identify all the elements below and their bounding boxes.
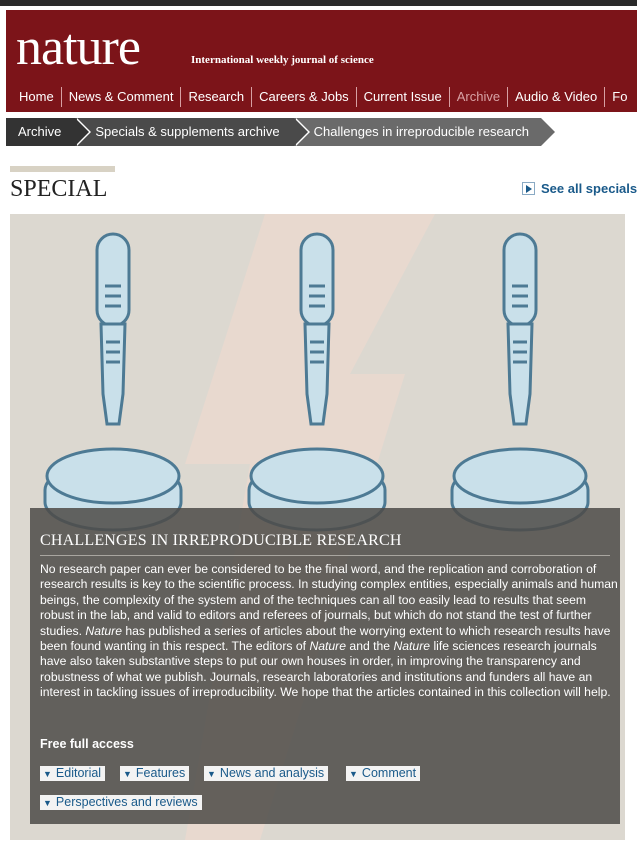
see-all-specials-link[interactable]: See all specials xyxy=(522,181,637,196)
triangle-down-icon: ▼ xyxy=(43,769,52,779)
pipette-center xyxy=(299,232,335,426)
tag-comment[interactable]: ▼ Comment xyxy=(346,766,421,781)
breadcrumb-arrow xyxy=(540,118,555,146)
breadcrumb-current: Challenges in irreproducible research xyxy=(293,118,557,146)
breadcrumb-arrow xyxy=(293,118,308,146)
feature-description: No research paper can ever be considered… xyxy=(40,562,618,701)
journal-name: Nature xyxy=(85,623,122,638)
breadcrumb: Archive Specials & supplements archive C… xyxy=(6,118,557,146)
nav-news-comment[interactable]: News & Comment xyxy=(62,87,182,107)
page-title: SPECIAL xyxy=(10,176,108,202)
triangle-down-icon: ▼ xyxy=(43,798,52,808)
nav-careers-jobs[interactable]: Careers & Jobs xyxy=(252,87,357,107)
top-rule xyxy=(0,0,637,6)
tag-label: Comment xyxy=(361,766,417,780)
main-nav: Home News & Comment Research Careers & J… xyxy=(12,84,634,110)
nav-archive[interactable]: Archive xyxy=(450,87,509,107)
heading-accent xyxy=(10,166,115,172)
tag-label: Editorial xyxy=(55,766,102,780)
tag-features[interactable]: ▼ Features xyxy=(120,766,190,781)
play-icon xyxy=(522,182,535,195)
description-text: and the xyxy=(346,639,394,654)
breadcrumb-archive[interactable]: Archive xyxy=(6,118,92,146)
tag-label: News and analysis xyxy=(219,766,325,780)
tagline: International weekly journal of science xyxy=(191,54,374,66)
tag-editorial[interactable]: ▼ Editorial xyxy=(40,766,106,781)
tag-label: Perspectives and reviews xyxy=(55,795,198,809)
triangle-down-icon: ▼ xyxy=(123,769,132,779)
access-label: Free full access xyxy=(40,737,134,751)
pipette-left xyxy=(95,232,131,426)
nav-current-issue[interactable]: Current Issue xyxy=(357,87,450,107)
see-all-label: See all specials xyxy=(541,181,637,196)
breadcrumb-arrow xyxy=(75,118,90,146)
nav-home[interactable]: Home xyxy=(12,87,62,107)
feature-divider xyxy=(40,555,610,556)
breadcrumb-label: Archive xyxy=(18,124,62,139)
triangle-down-icon: ▼ xyxy=(207,769,216,779)
journal-name: Nature xyxy=(309,639,347,654)
feature-panel: CHALLENGES IN IRREPRODUCIBLE RESEARCH No… xyxy=(30,508,620,824)
triangle-down-icon: ▼ xyxy=(349,769,358,779)
tag-news-analysis[interactable]: ▼ News and analysis xyxy=(204,766,329,781)
masthead: nature International weekly journal of s… xyxy=(6,10,637,112)
breadcrumb-label: Specials & supplements archive xyxy=(95,124,280,139)
breadcrumb-specials-archive[interactable]: Specials & supplements archive xyxy=(75,118,310,146)
tag-label: Features xyxy=(135,766,186,780)
nav-more[interactable]: Fo xyxy=(605,87,634,107)
breadcrumb-label: Challenges in irreproducible research xyxy=(313,124,529,139)
tag-perspectives-reviews[interactable]: ▼ Perspectives and reviews xyxy=(40,795,202,810)
journal-name: Nature xyxy=(393,639,431,654)
nav-audio-video[interactable]: Audio & Video xyxy=(508,87,606,107)
feature-title: CHALLENGES IN IRREPRODUCIBLE RESEARCH xyxy=(40,532,402,549)
nature-logo[interactable]: nature xyxy=(16,22,141,74)
nav-research[interactable]: Research xyxy=(181,87,253,107)
pipette-right xyxy=(502,232,538,426)
